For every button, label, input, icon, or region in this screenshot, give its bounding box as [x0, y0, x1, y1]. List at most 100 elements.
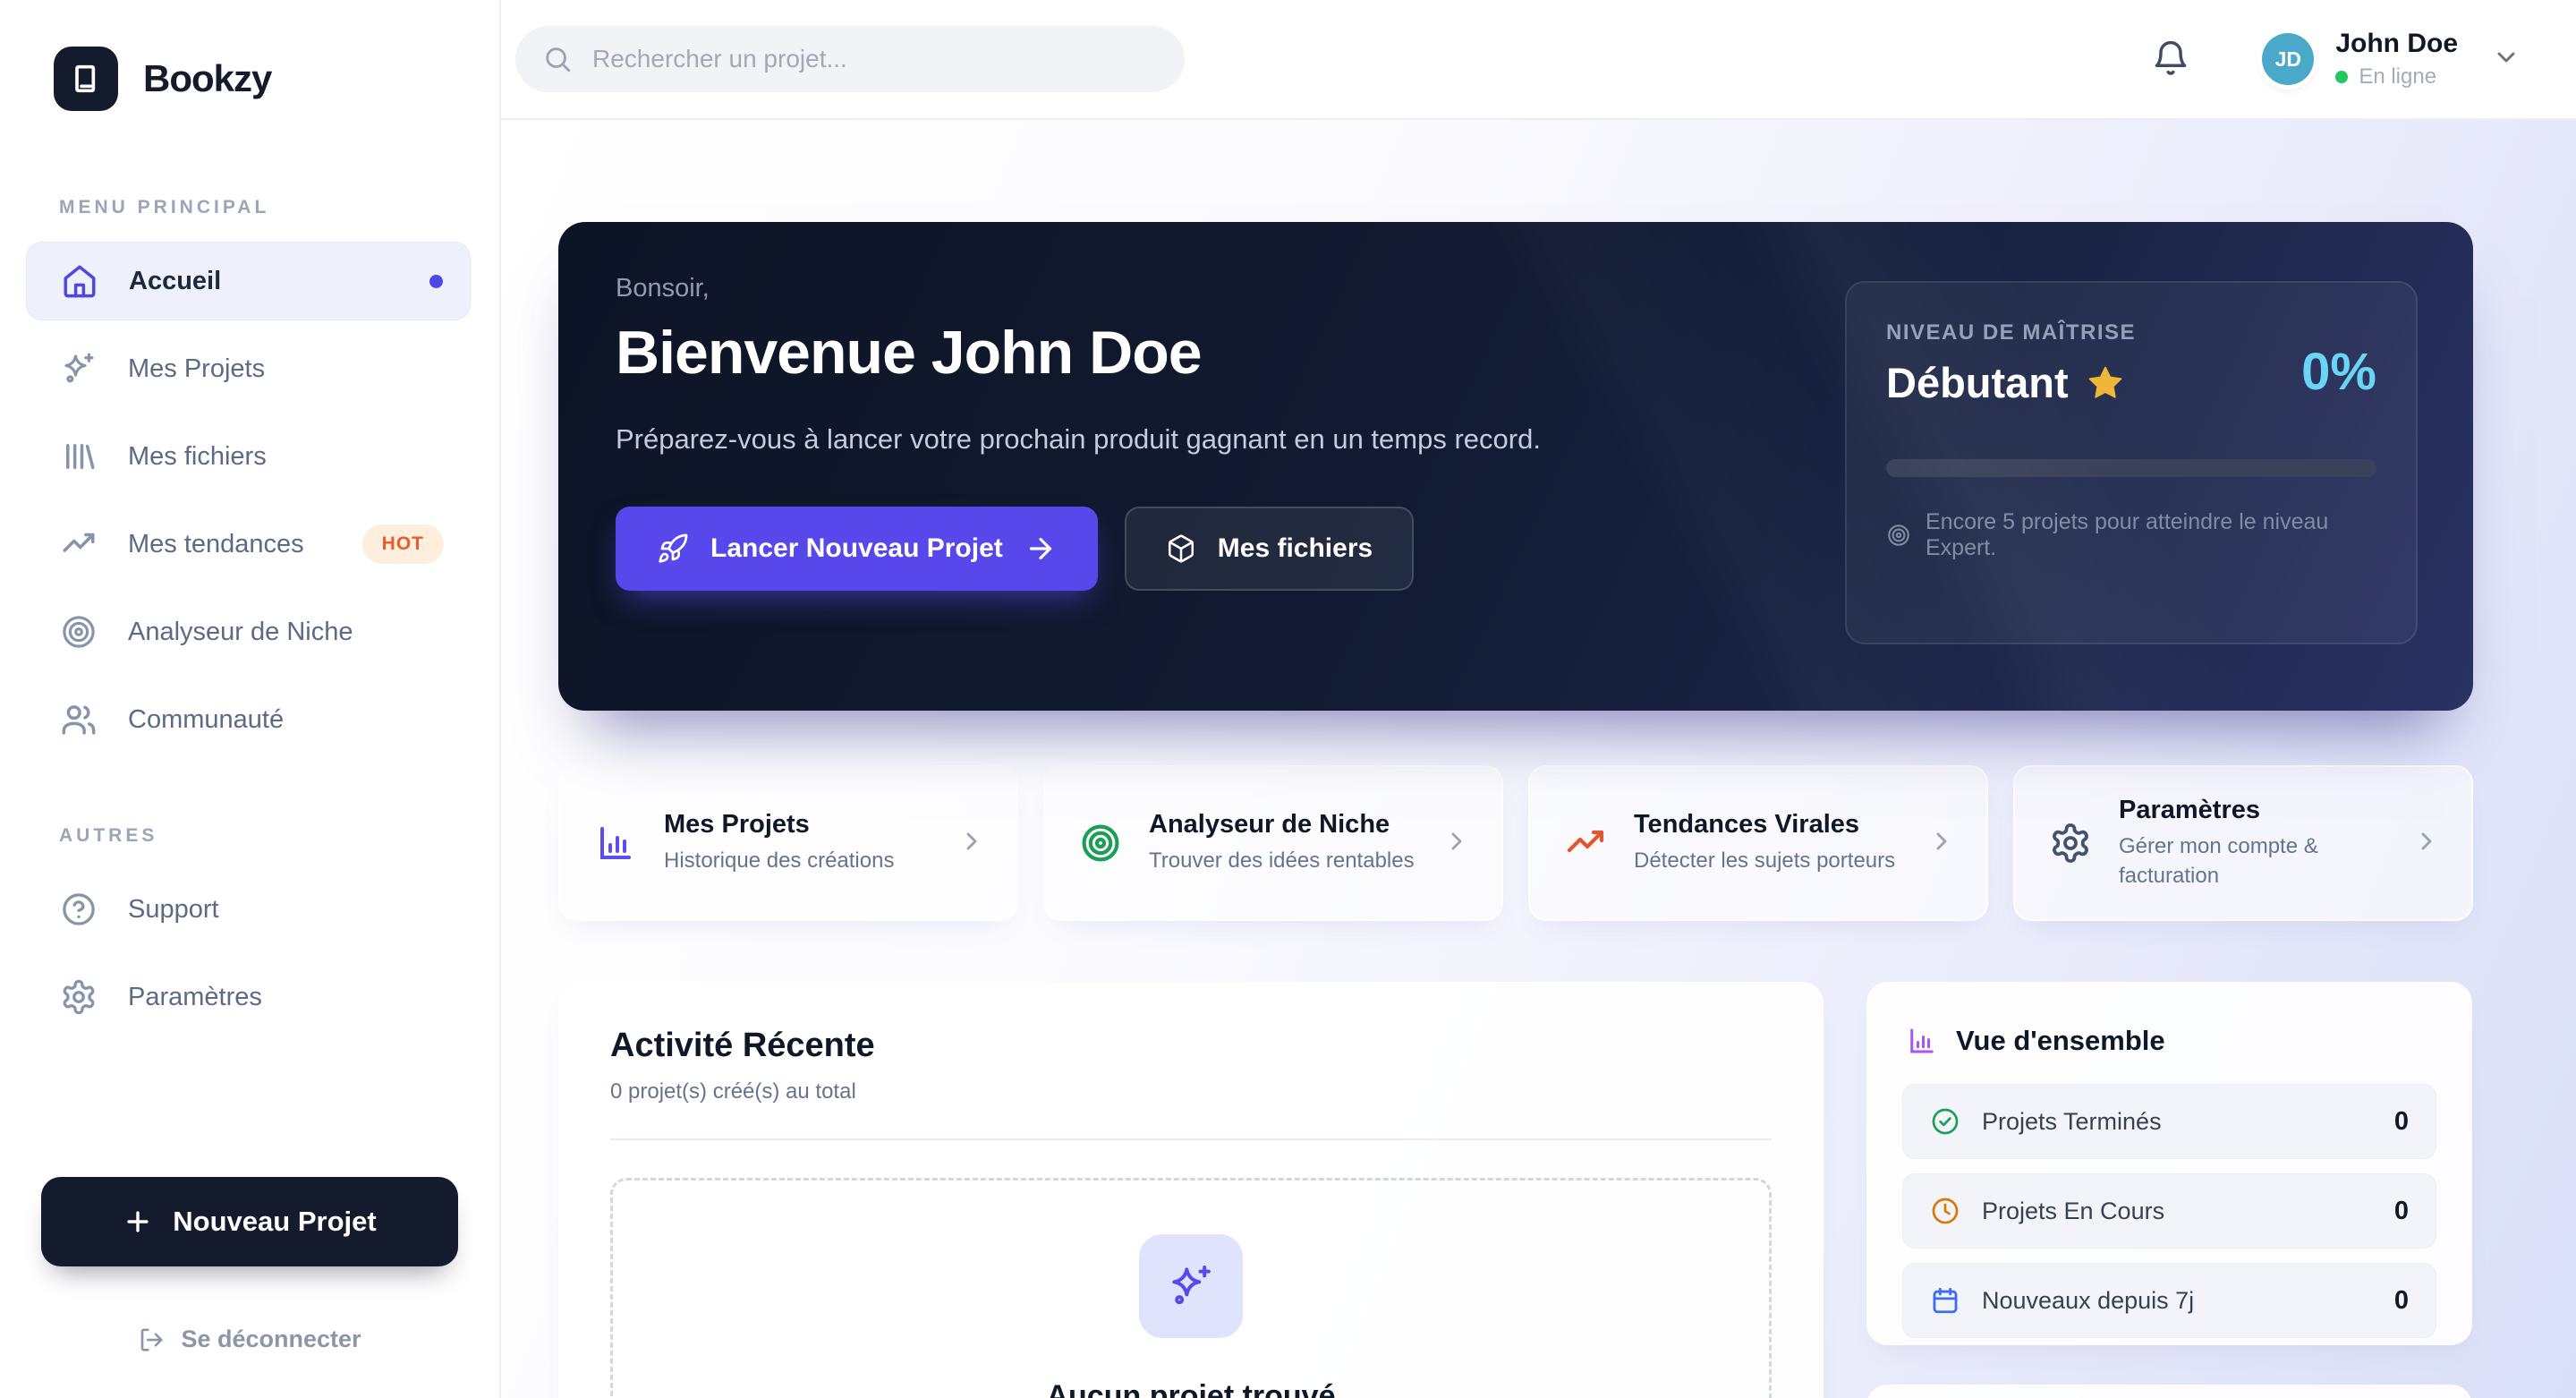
activity-subtitle: 0 projet(s) créé(s) au total: [610, 1079, 1772, 1104]
sidebar-item-support[interactable]: Support: [26, 870, 471, 949]
divider: [610, 1138, 1772, 1140]
search-bar[interactable]: [515, 26, 1185, 92]
mastery-card: NIVEAU DE MAÎTRISE Débutant 0% Encore 5 …: [1845, 281, 2418, 644]
quick-card-title: Tendances Virales: [1634, 810, 1927, 840]
quick-card-text: Paramètres Gérer mon compte & facturatio…: [2119, 796, 2412, 891]
mastery-percent: 0%: [2301, 342, 2376, 402]
stat-label: Nouveaux depuis 7j: [1982, 1287, 2194, 1315]
gear-icon: [2049, 822, 2092, 865]
hero-ctas: Lancer Nouveau Projet Mes fichiers: [616, 507, 1654, 591]
sidebar-item-label: Support: [128, 895, 219, 925]
active-dot: [429, 275, 443, 288]
stat-value: 0: [2394, 1197, 2409, 1226]
overview-title-row: Vue d'ensemble: [1902, 1014, 2436, 1057]
user-meta: John Doe En ligne: [2335, 29, 2458, 90]
quick-card-subtitle: Détecter les sujets porteurs: [1634, 847, 1902, 875]
home-icon: [61, 262, 98, 300]
sidebar-item-label: Paramètres: [128, 983, 262, 1012]
star-icon: [2087, 364, 2124, 402]
sidebar-nav: Accueil Mes Projets Mes fichiers Mes t: [0, 242, 499, 759]
sidebar-item-communaute[interactable]: Communauté: [26, 680, 471, 759]
topbar-right: JD John Doe En ligne: [2151, 0, 2521, 118]
quick-card-text: Tendances Virales Détecter les sujets po…: [1634, 810, 1927, 875]
overview-card: Vue d'ensemble Projets Terminés 0 Projet…: [1866, 982, 2472, 1345]
quick-card-text: Mes Projets Historique des créations: [664, 810, 957, 875]
logout-link[interactable]: Se déconnecter: [41, 1326, 458, 1353]
target-icon: [1886, 523, 1911, 548]
quick-card-analyseur-de-niche[interactable]: Analyseur de Niche Trouver des idées ren…: [1043, 765, 1503, 921]
brand-name: Bookzy: [143, 57, 271, 100]
user-status: En ligne: [2335, 64, 2458, 90]
quick-card-text: Analyseur de Niche Trouver des idées ren…: [1149, 810, 1442, 875]
quick-card-parametres[interactable]: Paramètres Gérer mon compte & facturatio…: [2013, 765, 2473, 921]
quick-card-title: Mes Projets: [664, 810, 957, 840]
topbar: JD John Doe En ligne: [501, 0, 2576, 120]
chart-column-icon: [1906, 1025, 1938, 1057]
new-project-button[interactable]: Nouveau Projet: [41, 1177, 458, 1266]
mastery-note: Encore 5 projets pour atteindre le nivea…: [1886, 509, 2376, 561]
mastery-level: Débutant: [1886, 358, 2069, 407]
online-dot: [2335, 71, 2348, 83]
mastery-note-text: Encore 5 projets pour atteindre le nivea…: [1926, 509, 2376, 561]
sidebar-item-analyseur-de-niche[interactable]: Analyseur de Niche: [26, 592, 471, 671]
stat-projets-termines: Projets Terminés 0: [1902, 1084, 2436, 1159]
sidebar-item-mes-tendances[interactable]: Mes tendances HOT: [26, 505, 471, 584]
rocket-icon: [657, 533, 689, 565]
chevron-right-icon: [2412, 827, 2441, 860]
search-icon: [542, 44, 573, 74]
plus-icon: [123, 1206, 153, 1237]
chevron-right-icon: [1442, 827, 1471, 860]
stat-value: 0: [2394, 1286, 2409, 1316]
sidebar-item-label: Analyseur de Niche: [128, 618, 353, 647]
quick-card-mes-projets[interactable]: Mes Projets Historique des créations: [558, 765, 1018, 921]
chevron-down-icon[interactable]: [2492, 43, 2521, 76]
avatar[interactable]: JD: [2262, 33, 2314, 85]
library-icon: [60, 438, 98, 475]
status-label: En ligne: [2359, 64, 2436, 90]
overview-title: Vue d'ensemble: [1956, 1025, 2165, 1057]
gear-icon: [60, 978, 98, 1016]
sidebar-item-label: Mes Projets: [128, 354, 265, 384]
sparkles-icon: [1139, 1234, 1243, 1338]
quick-card-subtitle: Trouver des idées rentables: [1149, 847, 1417, 875]
hero-left: Bonsoir, Bienvenue John Doe Préparez-vou…: [616, 274, 1654, 591]
stat-label: Projets Terminés: [1982, 1108, 2162, 1136]
empty-state: Aucun projet trouvé Lancez votre premier…: [610, 1178, 1772, 1398]
sidebar-item-parametres[interactable]: Paramètres: [26, 958, 471, 1036]
sidebar-nav-others: Support Paramètres: [0, 870, 499, 1036]
app-root: Bookzy MENU PRINCIPAL Accueil Mes Projet…: [0, 0, 2576, 1398]
sidebar-bottom: Nouveau Projet Se déconnecter: [0, 1177, 499, 1398]
new-project-label: Nouveau Projet: [173, 1206, 376, 1238]
partial-card: [1866, 1385, 2472, 1398]
sidebar-item-accueil[interactable]: Accueil: [26, 242, 471, 320]
sidebar-item-label: Communauté: [128, 705, 284, 735]
quick-card-tendances-virales[interactable]: Tendances Virales Détecter les sujets po…: [1528, 765, 1988, 921]
target-icon: [1079, 822, 1122, 865]
my-files-button[interactable]: Mes fichiers: [1125, 507, 1414, 591]
clock-icon: [1930, 1196, 1960, 1226]
launch-project-button[interactable]: Lancer Nouveau Projet: [616, 507, 1098, 591]
my-files-label: Mes fichiers: [1218, 533, 1373, 564]
sidebar-item-mes-projets[interactable]: Mes Projets: [26, 329, 471, 408]
hot-badge: HOT: [362, 524, 444, 564]
sidebar-section-autres: AUTRES: [59, 825, 499, 847]
sidebar-item-mes-fichiers[interactable]: Mes fichiers: [26, 417, 471, 496]
overview-stats: Projets Terminés 0 Projets En Cours 0 No…: [1902, 1084, 2436, 1338]
quick-card-title: Paramètres: [2119, 796, 2412, 825]
recent-activity-card: Activité Récente 0 projet(s) créé(s) au …: [558, 982, 1824, 1398]
mastery-progress-bar: [1886, 459, 2376, 477]
bell-icon[interactable]: [2151, 38, 2192, 80]
help-circle-icon: [60, 891, 98, 928]
brand: Bookzy: [0, 0, 499, 111]
hero-banner: Bonsoir, Bienvenue John Doe Préparez-vou…: [558, 222, 2473, 711]
sidebar-item-label: Mes fichiers: [128, 442, 267, 472]
chart-column-icon: [594, 822, 637, 865]
stat-projets-en-cours: Projets En Cours 0: [1902, 1173, 2436, 1249]
sidebar-item-label: Mes tendances: [128, 530, 304, 559]
trending-up-icon: [1564, 822, 1607, 865]
launch-project-label: Lancer Nouveau Projet: [710, 533, 1003, 564]
quick-card-subtitle: Gérer mon compte & facturation: [2119, 832, 2387, 891]
search-input[interactable]: [592, 45, 1158, 73]
bottom-row: Activité Récente 0 projet(s) créé(s) au …: [558, 982, 2473, 1398]
hero-title: Bienvenue John Doe: [616, 318, 1654, 388]
